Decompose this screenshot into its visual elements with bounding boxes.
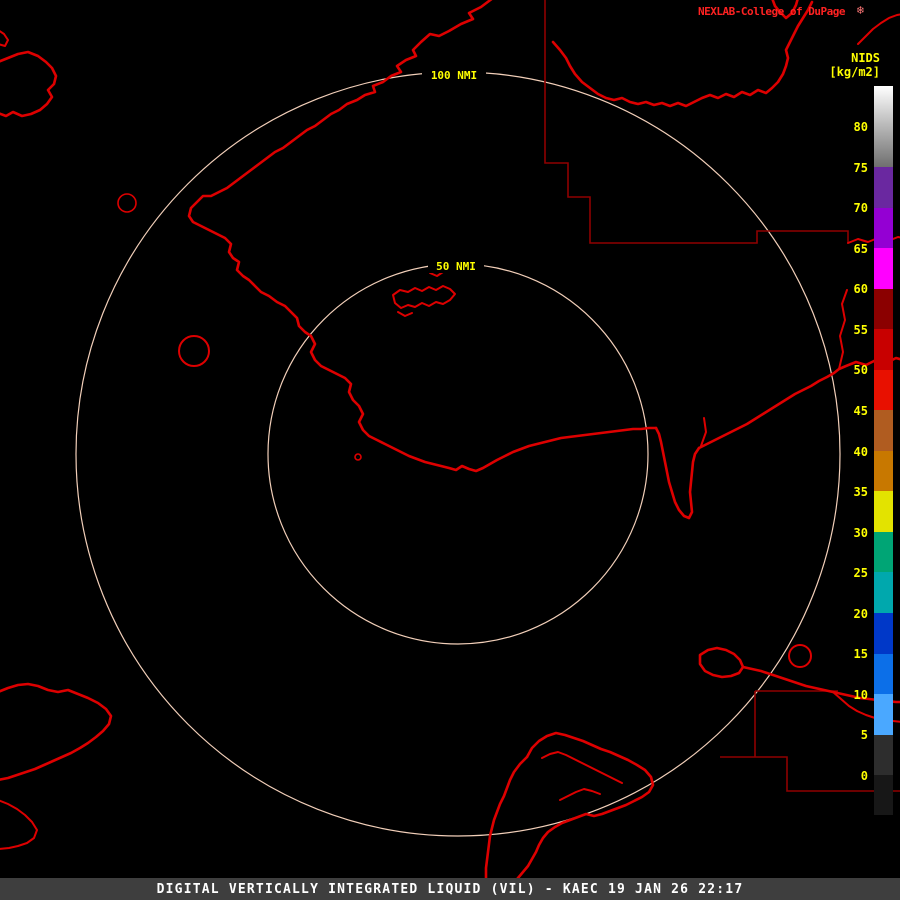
range-rings bbox=[75, 71, 841, 837]
colorbar-segment-35-40 bbox=[874, 450, 893, 492]
county-boundary-path bbox=[544, 0, 849, 244]
ring-labels: 100 NMI 50 NMI bbox=[422, 67, 486, 273]
coastline-path bbox=[697, 356, 900, 450]
colorbar-segment-75-85 bbox=[874, 86, 893, 167]
coastline-path bbox=[654, 426, 701, 520]
colorbar-segment-65-70 bbox=[874, 207, 893, 249]
coastline-path bbox=[506, 731, 655, 892]
coastline-path bbox=[541, 751, 623, 784]
coastline-path bbox=[857, 13, 900, 45]
colorbar-segment-below-0 bbox=[874, 775, 893, 816]
radar-screen: 100 NMI 50 NMI NEXLAB-College of DuPage … bbox=[0, 0, 900, 900]
weather-icon: ❄ bbox=[856, 3, 864, 17]
colorbar-segment-40-45 bbox=[874, 410, 893, 451]
lake-outline bbox=[117, 193, 137, 213]
colorbar-segment-10-15 bbox=[874, 653, 893, 695]
footer-bar: DIGITAL VERTICALLY INTEGRATED LIQUID (VI… bbox=[0, 878, 900, 900]
colorbar-segment-0-5 bbox=[874, 734, 893, 776]
colorbar-segment-30-35 bbox=[874, 491, 893, 532]
coastline-path bbox=[0, 799, 38, 850]
colorbar-title: NIDS bbox=[851, 51, 880, 65]
county-boundary-path bbox=[720, 756, 900, 792]
colorbar bbox=[874, 86, 893, 816]
colorbar-segment-25-30 bbox=[874, 531, 893, 573]
colorbar-segment-15-20 bbox=[874, 613, 893, 654]
river-path bbox=[838, 289, 848, 370]
colorbar-segment-60-65 bbox=[874, 248, 893, 289]
colorbar-segment-5-10 bbox=[874, 694, 893, 735]
ring-label-50nmi: 50 NMI bbox=[436, 260, 476, 273]
product-title: DIGITAL VERTICALLY INTEGRATED LIQUID (VI… bbox=[156, 881, 744, 897]
island-outline bbox=[392, 285, 456, 309]
island-outline bbox=[354, 453, 362, 461]
island-outline bbox=[0, 50, 58, 118]
colorbar-segment-45-50 bbox=[874, 369, 893, 411]
river-path bbox=[700, 417, 707, 447]
ring-label-100nmi: 100 NMI bbox=[431, 69, 477, 82]
island-outline bbox=[0, 30, 9, 47]
lake-outline bbox=[178, 335, 210, 367]
brand-text: NEXLAB-College of DuPage bbox=[698, 5, 845, 18]
island-outline bbox=[698, 646, 745, 679]
boundaries bbox=[544, 0, 900, 792]
colorbar-segment-70-75 bbox=[874, 167, 893, 208]
island-outline bbox=[397, 311, 413, 317]
coastline-path bbox=[559, 788, 601, 801]
range-ring-100nmi bbox=[75, 71, 841, 837]
colorbar-segment-55-60 bbox=[874, 288, 893, 330]
lake-outline bbox=[788, 644, 812, 668]
colorbar-segment-50-55 bbox=[874, 329, 893, 370]
range-ring-50nmi bbox=[267, 263, 649, 645]
colorbar-segment-20-25 bbox=[874, 572, 893, 614]
coastline-path bbox=[484, 755, 529, 880]
coastline-path bbox=[0, 682, 113, 781]
radar-map: 100 NMI 50 NMI bbox=[0, 0, 900, 892]
colorbar-units: [kg/m2] bbox=[829, 65, 880, 79]
